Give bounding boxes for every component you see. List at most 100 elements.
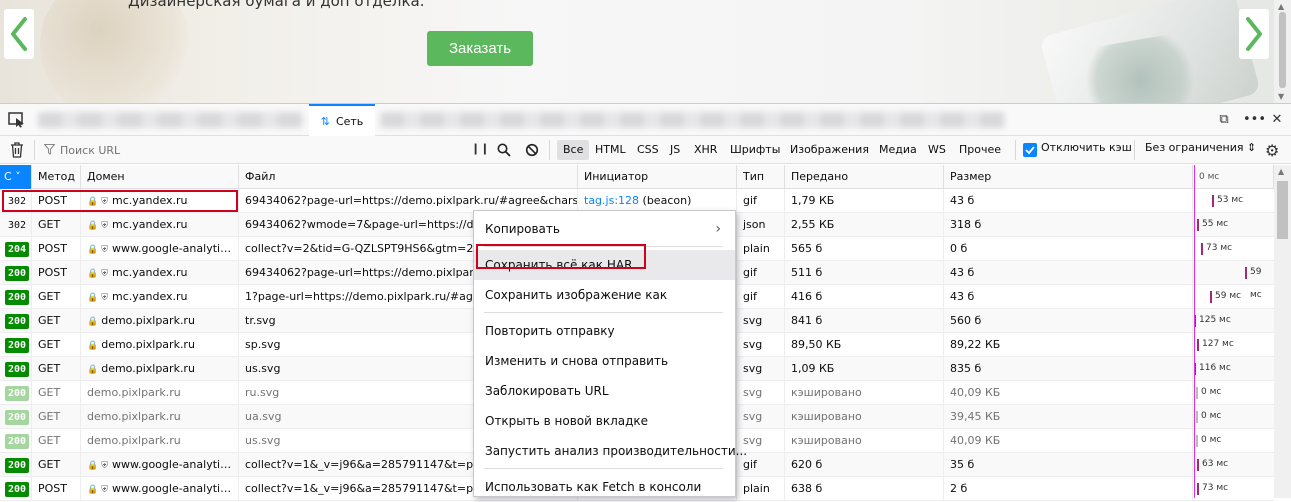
cell-size: 35 б [944,453,1193,477]
cell-domain: demo.pixlpark.ru [81,429,239,453]
waterfall-time-label: 0 мс [1201,435,1222,445]
devtools-tabs-blurred[interactable] [38,112,303,128]
waterfall-bar [1196,411,1198,423]
chevron-right-icon: › [715,221,721,237]
domain-text: demo.pixlpark.ru [87,434,181,447]
cell-status: 200 [0,477,32,501]
column-initiator[interactable]: Инициатор [578,165,737,189]
filter-xhr[interactable]: XHR [688,140,723,160]
cell-size: 560 б [944,309,1193,333]
domain-text: mc.yandex.ru [111,290,188,303]
cell-domain: 🔒 ⛨ www.google-analyti… [81,477,239,501]
close-icon[interactable]: ✕ [1269,112,1285,128]
dock-side-icon[interactable]: ⧉ [1216,112,1232,128]
cell-status: 200 [0,333,32,357]
menu-item-fetch-console[interactable]: Использовать как Fetch в консоли [474,472,735,502]
filter-other[interactable]: Прочее [953,140,1007,160]
trash-icon[interactable] [10,142,24,158]
menu-item-block-url[interactable]: Заблокировать URL [474,376,735,406]
table-header: С ˅ Метод Домен Файл Инициатор Тип Перед… [0,165,1274,189]
url-filter-input[interactable] [44,140,444,160]
status-badge: 200 [5,362,30,377]
waterfall-bar [1197,219,1199,231]
throttling-value: Без ограничения [1145,141,1244,154]
carousel-prev-button[interactable] [4,9,34,59]
network-filterbar: ❙❙ Все HTML CSS JS XHR Шрифты Изображени… [0,136,1291,164]
menu-separator [484,246,723,247]
column-domain[interactable]: Домен [81,165,239,189]
initiator-link[interactable]: tag.js:128 [584,194,639,207]
disable-cache-label[interactable]: Отключить кэш [1041,141,1132,154]
filter-fonts[interactable]: Шрифты [724,140,786,160]
status-badge: 200 [5,266,30,281]
column-file[interactable]: Файл [239,165,578,189]
column-transferred[interactable]: Передано [785,165,944,189]
cell-method: GET [32,309,81,333]
filter-all[interactable]: Все [557,140,590,160]
order-button[interactable]: Заказать [427,31,533,66]
scroll-down-icon[interactable]: ▼ [1278,92,1284,101]
filter-media[interactable]: Медиа [873,140,923,160]
block-icon[interactable] [525,143,539,157]
lock-icon: 🔒 [87,341,99,351]
cell-method: POST [32,237,81,261]
carousel-next-button[interactable] [1239,9,1269,59]
cell-status: 200 [0,285,32,309]
tab-network[interactable]: ⇅ Сеть [309,104,375,136]
menu-item-performance[interactable]: Запустить анализ производительности... [474,436,747,466]
cell-domain: 🔒 ⛨ www.google-analyti… [81,453,239,477]
domain-text: demo.pixlpark.ru [87,386,181,399]
scroll-up-icon[interactable]: ▲ [1278,2,1284,11]
filter-css[interactable]: CSS [631,140,665,160]
column-waterfall[interactable]: 0 мс [1193,165,1274,189]
waterfall-time-label: 73 мс [1206,243,1233,253]
tracker-shield-icon: ⛨ [101,197,108,207]
filter-js[interactable]: JS [664,140,686,160]
throttling-select[interactable]: Без ограничения ⇕ [1145,141,1256,154]
menu-item-open-new-tab[interactable]: Открыть в новой вкладке [474,406,735,436]
column-method[interactable]: Метод [32,165,81,189]
menu-item-edit-resend[interactable]: Изменить и снова отправить [474,346,735,376]
menu-item-save-image[interactable]: Сохранить изображение как [474,280,735,310]
menu-item-save-har[interactable]: Сохранить всё как HAR [474,250,735,280]
gear-icon[interactable]: ⚙ [1265,141,1279,160]
waterfall-bar [1210,291,1212,303]
cell-size: 43 б [944,189,1193,213]
cell-status: 200 [0,357,32,381]
page-scrollbar-thumb[interactable] [1279,12,1286,88]
domain-text: demo.pixlpark.ru [101,362,195,375]
column-status[interactable]: С ˅ [0,165,32,189]
cell-transferred: кэшировано [785,381,944,405]
menu-item-label: Сохранить всё как HAR [485,258,633,272]
lock-icon: 🔒 [87,221,99,231]
table-scrollbar[interactable]: ▲ [1274,165,1291,498]
more-options-icon[interactable]: ••• [1243,112,1266,128]
cell-domain: 🔒 ⛨ mc.yandex.ru [81,213,239,237]
waterfall-bar [1196,387,1198,399]
pause-icon[interactable]: ❙❙ [471,142,489,155]
table-scrollbar-thumb[interactable] [1277,181,1288,239]
cell-type: plain [737,237,785,261]
filter-html[interactable]: HTML [589,140,632,160]
status-badge: 200 [5,314,30,329]
element-picker-icon[interactable] [8,112,26,128]
menu-item-resend[interactable]: Повторить отправку [474,316,735,346]
filter-images[interactable]: Изображения [784,140,875,160]
status-badge: 200 [5,482,30,497]
waterfall-time-label: 0 мс [1201,387,1222,397]
column-type[interactable]: Тип [737,165,785,189]
cell-method: POST [32,189,81,213]
column-size[interactable]: Размер [944,165,1193,189]
tracker-shield-icon: ⛨ [101,461,108,471]
filter-ws[interactable]: WS [922,140,952,160]
cell-type: svg [737,405,785,429]
scroll-up-icon[interactable]: ▲ [1278,167,1284,176]
page-scrollbar[interactable]: ▲ ▼ [1274,0,1291,103]
waterfall-time-label: 125 мс [1199,315,1231,325]
devtools-tabs-blurred-right[interactable] [380,112,1005,128]
disable-cache-checkbox[interactable] [1023,143,1037,157]
cell-size: 318 б [944,213,1193,237]
menu-item-copy[interactable]: Копировать › [474,214,735,244]
search-icon[interactable] [497,143,511,157]
status-badge: 200 [5,338,30,353]
